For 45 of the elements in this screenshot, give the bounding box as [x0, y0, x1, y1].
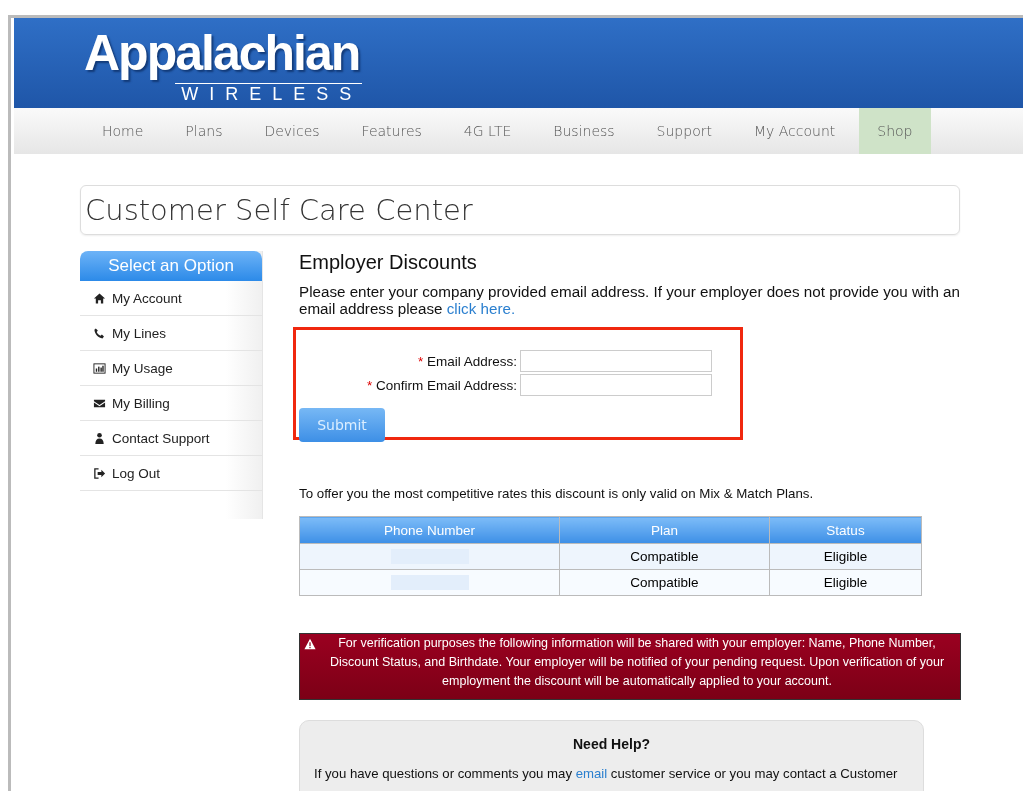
sidebar-item[interactable]: My Lines — [80, 316, 262, 351]
nav-link[interactable]: Support — [638, 108, 730, 154]
logo[interactable]: Appalachian WIRELESS — [84, 22, 363, 104]
nav-link[interactable]: My Account — [735, 108, 854, 154]
nav-link[interactable]: 4G LTE — [445, 108, 530, 154]
phone-icon — [93, 326, 106, 340]
email-field[interactable] — [520, 374, 712, 396]
intro-text: Please enter your company provided email address. If your employer does not provide you with an email address please click here. — [299, 283, 960, 317]
sidebar-item[interactable]: My Usage — [80, 351, 262, 386]
column-header: Phone Number — [299, 516, 560, 544]
sidebar-item[interactable]: Contact Support — [80, 421, 262, 456]
logo-tagline: WIRELESS — [175, 82, 363, 104]
sidebar-item[interactable]: My Billing — [80, 386, 262, 421]
plan-note: To offer you the most competitive rates this discount is only valid on Mix & Match Plans. — [299, 486, 815, 501]
table-cell: Eligible — [769, 569, 922, 596]
field-label: * Email Address: — [417, 353, 517, 369]
field-label: * Confirm Email Address: — [366, 377, 517, 393]
page-title: Customer Self Care Center — [85, 193, 473, 227]
warning-icon — [304, 638, 316, 650]
sidebar-item[interactable]: Log Out — [80, 456, 262, 491]
email-field[interactable] — [520, 350, 712, 372]
nav-link[interactable]: Business — [535, 108, 633, 154]
bar-chart-icon — [93, 361, 106, 375]
column-header: Status — [769, 516, 922, 544]
nav-link[interactable]: Devices — [246, 108, 338, 154]
logo-name: Appalachian — [84, 23, 361, 83]
table-cell: Compatible — [559, 569, 770, 596]
sidebar-heading: Select an Option — [80, 251, 262, 281]
nav-link[interactable]: Features — [343, 108, 440, 154]
click-here-link[interactable]: click here. — [446, 300, 516, 317]
column-header: Plan — [559, 516, 770, 544]
sidebar-item[interactable]: My Account — [80, 281, 262, 316]
home-icon — [93, 291, 106, 305]
table-cell: Eligible — [769, 543, 922, 570]
person-icon — [93, 431, 106, 445]
help-text: If you have questions or comments you may email customer service or you may contact a Customer — [314, 766, 899, 781]
section-title: Employer Discounts — [299, 251, 478, 275]
logout-icon — [93, 466, 106, 480]
nav-link[interactable]: Shop — [859, 108, 931, 154]
table-cell: Compatible — [559, 543, 770, 570]
help-title: Need Help? — [572, 736, 651, 752]
email-link[interactable]: email — [575, 766, 608, 781]
nav-link[interactable]: Home — [84, 108, 162, 154]
alert-text: For verification purposes the following information will be shared with your employer: Name, Phone Number, Discount Status, and Birthdate. Your employer will be notified of your pending request. Upon verification of your employment the discount will be automatically applied to your account. — [328, 635, 946, 690]
nav-link[interactable]: Plans — [167, 108, 241, 154]
